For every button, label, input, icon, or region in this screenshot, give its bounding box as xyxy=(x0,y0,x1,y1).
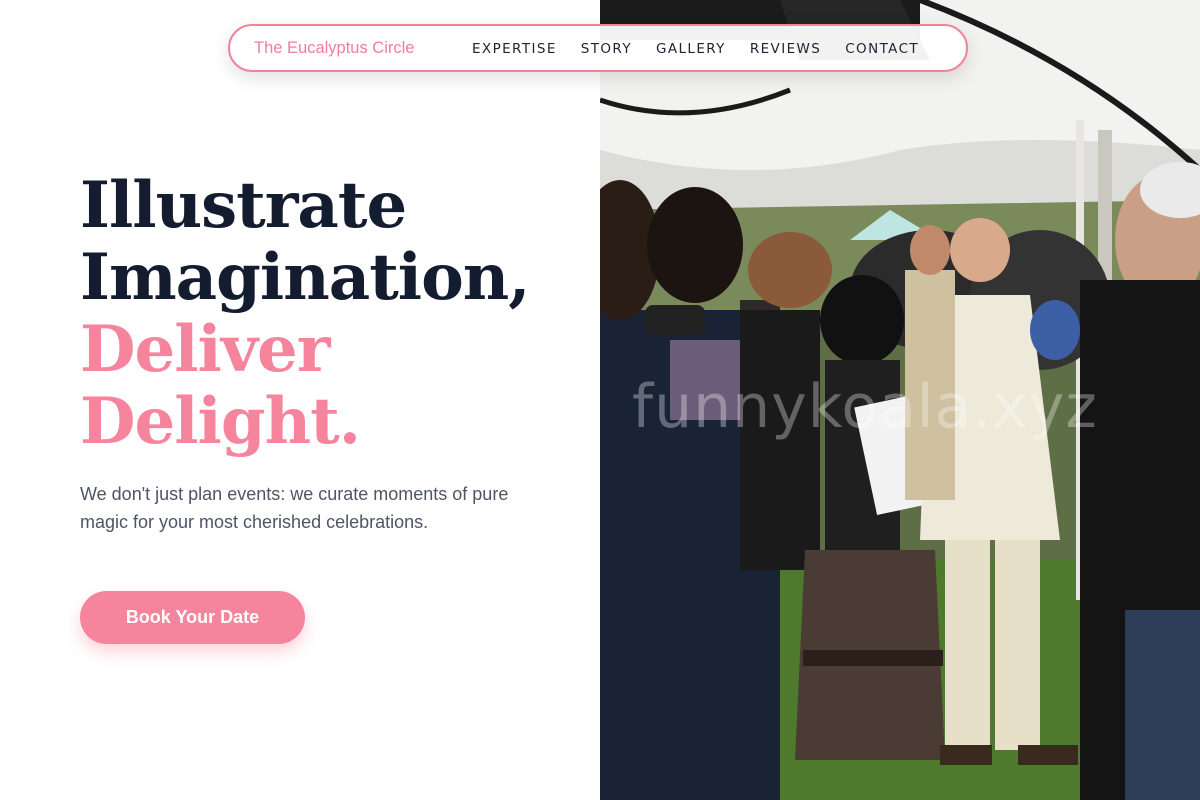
headline-line-1: Illustrate xyxy=(80,168,407,243)
hero-headline: Illustrate Imagination, Deliver Delight. xyxy=(80,168,531,459)
book-your-date-button[interactable]: Book Your Date xyxy=(80,591,305,644)
landing-page: funnykoala.xyz The Eucalyptus Circle EXP… xyxy=(0,0,1200,800)
headline-line-4: Delight. xyxy=(80,384,361,459)
nav-link-story[interactable]: STORY xyxy=(581,41,632,57)
nav-link-contact[interactable]: CONTACT xyxy=(845,41,919,57)
nav-link-gallery[interactable]: GALLERY xyxy=(656,41,726,57)
nav-links: EXPERTISE STORY GALLERY REVIEWS CONTACT xyxy=(472,41,919,57)
nav-link-expertise[interactable]: EXPERTISE xyxy=(472,41,557,57)
watermark-text: funnykoala.xyz xyxy=(632,372,1098,442)
top-nav: The Eucalyptus Circle EXPERTISE STORY GA… xyxy=(228,24,968,72)
hero-subtitle: We don't just plan events: we curate mom… xyxy=(80,484,509,532)
headline-line-2: Imagination, xyxy=(80,240,531,315)
headline-line-3: Deliver xyxy=(80,312,330,387)
brand-logo-link[interactable]: The Eucalyptus Circle xyxy=(254,39,414,58)
nav-link-reviews[interactable]: REVIEWS xyxy=(750,41,821,57)
